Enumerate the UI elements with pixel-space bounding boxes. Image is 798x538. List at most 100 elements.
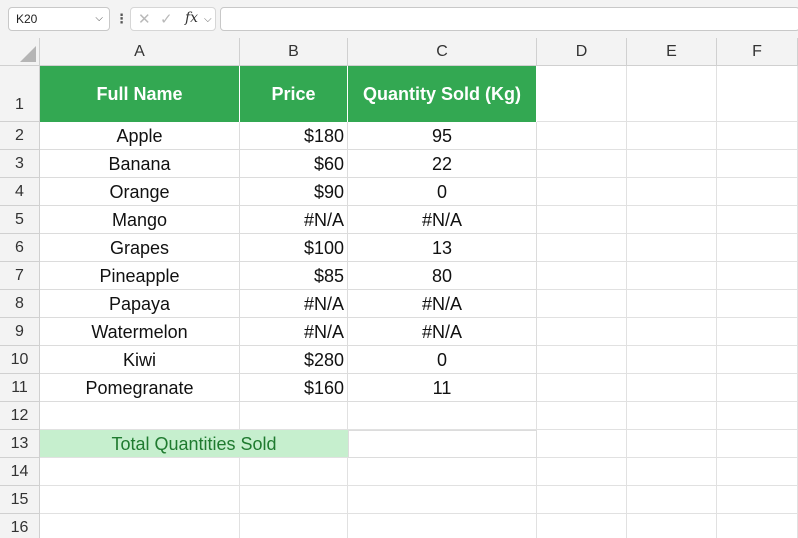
insert-function-icon[interactable]: fx — [185, 10, 198, 26]
price-cell[interactable]: $100 — [240, 234, 348, 262]
fruit-name-cell[interactable]: Kiwi — [40, 346, 240, 374]
cell[interactable] — [717, 346, 798, 374]
cell[interactable] — [627, 122, 717, 150]
column-header-e[interactable]: E — [627, 38, 717, 66]
quantity-cell[interactable]: #N/A — [348, 290, 537, 318]
chevron-down-icon[interactable]: ⌵ — [95, 8, 103, 30]
cell[interactable] — [348, 514, 537, 538]
cell[interactable] — [537, 486, 627, 514]
row-header-5[interactable]: 5 — [0, 206, 40, 234]
fruit-name-cell[interactable]: Pomegranate — [40, 374, 240, 402]
cell[interactable] — [627, 430, 717, 458]
price-cell[interactable]: $280 — [240, 346, 348, 374]
cell[interactable] — [40, 486, 240, 514]
cell[interactable] — [717, 122, 798, 150]
price-cell[interactable]: $90 — [240, 178, 348, 206]
quantity-cell[interactable]: 0 — [348, 178, 537, 206]
row-header-10[interactable]: 10 — [0, 346, 40, 374]
cell[interactable] — [717, 262, 798, 290]
quantity-cell[interactable]: 11 — [348, 374, 537, 402]
row-header-8[interactable]: 8 — [0, 290, 40, 318]
row-header-9[interactable]: 9 — [0, 318, 40, 346]
cell[interactable] — [537, 318, 627, 346]
total-value-cell[interactable] — [348, 430, 537, 458]
formula-input[interactable] — [220, 7, 798, 31]
table-header-cell[interactable]: Price — [240, 66, 348, 122]
cell[interactable] — [537, 458, 627, 486]
cell[interactable] — [717, 430, 798, 458]
cell[interactable] — [537, 262, 627, 290]
cell[interactable] — [717, 486, 798, 514]
cell[interactable] — [537, 290, 627, 318]
column-header-f[interactable]: F — [717, 38, 798, 66]
row-header-4[interactable]: 4 — [0, 178, 40, 206]
table-header-cell[interactable]: Quantity Sold (Kg) — [348, 66, 537, 122]
price-cell[interactable]: $180 — [240, 122, 348, 150]
quantity-cell[interactable]: 0 — [348, 346, 537, 374]
table-header-cell[interactable]: Full Name — [40, 66, 240, 122]
cell[interactable] — [627, 486, 717, 514]
cell[interactable] — [627, 150, 717, 178]
row-header-14[interactable]: 14 — [0, 458, 40, 486]
row-header-12[interactable]: 12 — [0, 402, 40, 430]
cell[interactable] — [627, 402, 717, 430]
cell[interactable] — [537, 66, 627, 122]
column-header-b[interactable]: B — [240, 38, 348, 66]
cell[interactable] — [717, 402, 798, 430]
price-cell[interactable]: #N/A — [240, 290, 348, 318]
quantity-cell[interactable]: 95 — [348, 122, 537, 150]
price-cell[interactable]: #N/A — [240, 206, 348, 234]
cell[interactable] — [717, 458, 798, 486]
more-options-icon[interactable]: ⋮ — [115, 9, 128, 29]
fruit-name-cell[interactable]: Banana — [40, 150, 240, 178]
cell[interactable] — [40, 514, 240, 538]
enter-check-icon[interactable]: ✓ — [160, 10, 173, 28]
cell[interactable] — [717, 290, 798, 318]
cell[interactable] — [717, 206, 798, 234]
cell[interactable] — [348, 486, 537, 514]
cell[interactable] — [627, 318, 717, 346]
cell[interactable] — [537, 234, 627, 262]
cell[interactable] — [717, 178, 798, 206]
price-cell[interactable]: #N/A — [240, 318, 348, 346]
row-header-13[interactable]: 13 — [0, 430, 40, 458]
cell[interactable] — [537, 430, 627, 458]
cell[interactable] — [627, 290, 717, 318]
cell[interactable] — [537, 178, 627, 206]
cell[interactable] — [717, 150, 798, 178]
row-header-6[interactable]: 6 — [0, 234, 40, 262]
fruit-name-cell[interactable]: Pineapple — [40, 262, 240, 290]
name-box[interactable]: K20 ⌵ — [8, 7, 110, 31]
cell[interactable] — [537, 346, 627, 374]
cell[interactable] — [240, 514, 348, 538]
cell[interactable] — [348, 458, 537, 486]
cell[interactable] — [537, 122, 627, 150]
price-cell[interactable]: $85 — [240, 262, 348, 290]
quantity-cell[interactable]: 22 — [348, 150, 537, 178]
cell[interactable] — [40, 402, 240, 430]
row-header-3[interactable]: 3 — [0, 150, 40, 178]
cell[interactable] — [537, 150, 627, 178]
fruit-name-cell[interactable]: Orange — [40, 178, 240, 206]
chevron-down-icon[interactable]: ⌵ — [204, 14, 212, 25]
cell[interactable] — [717, 374, 798, 402]
cell[interactable] — [627, 346, 717, 374]
row-header-1[interactable]: 1 — [0, 66, 40, 122]
cell[interactable] — [627, 262, 717, 290]
cell[interactable] — [40, 458, 240, 486]
quantity-cell[interactable]: 80 — [348, 262, 537, 290]
column-header-c[interactable]: C — [348, 38, 537, 66]
cell[interactable] — [627, 234, 717, 262]
cell[interactable] — [627, 514, 717, 538]
row-header-11[interactable]: 11 — [0, 374, 40, 402]
fruit-name-cell[interactable]: Papaya — [40, 290, 240, 318]
fruit-name-cell[interactable]: Grapes — [40, 234, 240, 262]
cell[interactable] — [240, 458, 348, 486]
cell[interactable] — [537, 206, 627, 234]
row-header-15[interactable]: 15 — [0, 486, 40, 514]
cell[interactable] — [717, 66, 798, 122]
cell[interactable] — [627, 206, 717, 234]
fruit-name-cell[interactable]: Watermelon — [40, 318, 240, 346]
row-header-7[interactable]: 7 — [0, 262, 40, 290]
cell[interactable] — [627, 374, 717, 402]
